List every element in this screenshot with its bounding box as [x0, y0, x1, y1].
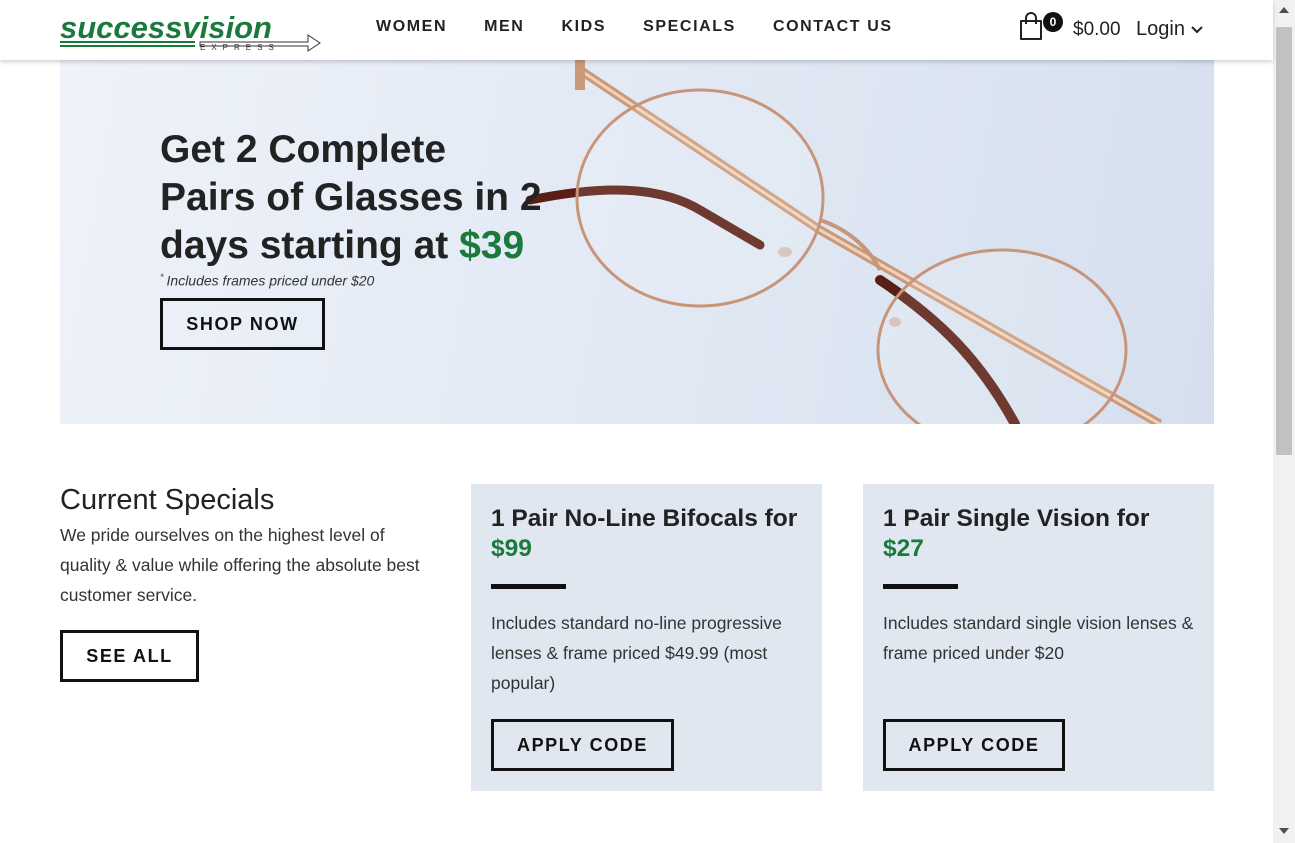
card-price: $99 — [491, 535, 532, 562]
hero-title-line2: Pairs of Glasses in 2 — [160, 176, 542, 219]
page: successvision EXPRESS WOMEN MEN KIDS SPE… — [0, 0, 1295, 843]
vertical-scrollbar[interactable] — [1273, 0, 1295, 843]
hero-footnote: * Includes frames priced under $20 — [160, 272, 374, 289]
card-title-text: 1 Pair No-Line Bifocals for — [491, 505, 798, 532]
nav-men[interactable]: MEN — [484, 18, 524, 36]
login-dropdown[interactable]: Login — [1136, 18, 1203, 41]
card-divider — [491, 584, 566, 589]
shop-now-button[interactable]: SHOP NOW — [160, 298, 325, 350]
card-divider — [883, 584, 958, 589]
card-description: Includes standard no-line progressive le… — [491, 613, 782, 693]
shopping-bag-icon — [1020, 12, 1042, 40]
chevron-down-icon — [1191, 25, 1203, 33]
nav-specials[interactable]: SPECIALS — [643, 18, 736, 36]
cart-button[interactable]: 0 — [1018, 12, 1066, 44]
specials-description: We pride ourselves on the highest level … — [60, 525, 420, 605]
special-card-single-vision: 1 Pair Single Vision for $27 Includes st… — [863, 484, 1214, 791]
nav-contact-us[interactable]: CONTACT US — [773, 18, 893, 36]
special-card-bifocals: 1 Pair No-Line Bifocals for $99 Includes… — [471, 484, 822, 791]
site-header: successvision EXPRESS WOMEN MEN KIDS SPE… — [0, 0, 1273, 60]
hero-headline: Get 2 Complete Pairs of Glasses in 2 day… — [160, 126, 580, 270]
logo-wordmark: successvision — [60, 10, 272, 45]
hero-title-line3: days starting at — [160, 224, 460, 267]
scroll-down-arrow-icon[interactable] — [1279, 828, 1289, 834]
cart-total[interactable]: $0.00 — [1073, 19, 1121, 41]
apply-code-button[interactable]: APPLY CODE — [883, 719, 1065, 771]
footnote-text: Includes frames priced under $20 — [166, 272, 375, 289]
nav-women[interactable]: WOMEN — [376, 18, 447, 36]
card-description: Includes standard single vision lenses &… — [883, 613, 1194, 663]
specials-heading: Current Specials — [60, 484, 275, 516]
nav-kids[interactable]: KIDS — [561, 18, 606, 36]
scrollbar-thumb[interactable] — [1276, 27, 1292, 455]
cart-count-badge: 0 — [1043, 12, 1063, 32]
hero-title-line1: Get 2 Complete — [160, 128, 447, 171]
login-label: Login — [1136, 18, 1185, 40]
logo-subtitle: EXPRESS — [200, 43, 280, 52]
card-title: 1 Pair No-Line Bifocals for $99 — [491, 504, 801, 564]
main-nav: WOMEN MEN KIDS SPECIALS CONTACT US — [376, 18, 930, 36]
hero-banner: Get 2 Complete Pairs of Glasses in 2 day… — [60, 60, 1214, 424]
site-logo[interactable]: successvision EXPRESS — [60, 10, 322, 52]
hero-price: $39 — [459, 224, 525, 267]
see-all-button[interactable]: SEE ALL — [60, 630, 199, 682]
card-price: $27 — [883, 535, 924, 562]
footnote-asterisk: * — [160, 272, 164, 282]
card-title-text: 1 Pair Single Vision for — [883, 505, 1150, 532]
scroll-up-arrow-icon[interactable] — [1279, 7, 1289, 13]
card-title: 1 Pair Single Vision for $27 — [883, 504, 1193, 564]
apply-code-button[interactable]: APPLY CODE — [491, 719, 674, 771]
